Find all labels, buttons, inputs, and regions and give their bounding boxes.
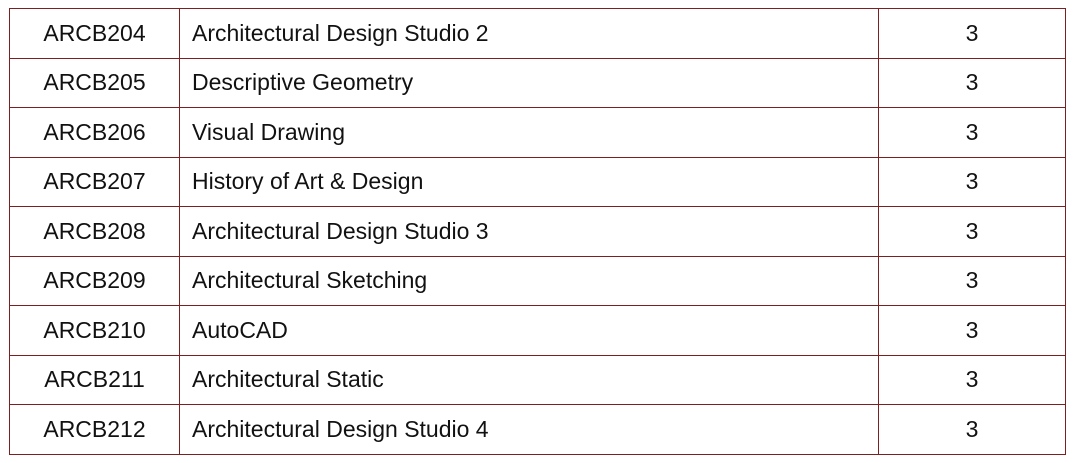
table-row: ARCB210 AutoCAD 3 [9,305,1066,356]
course-table: ARCB204 Architectural Design Studio 2 3 … [9,8,1066,455]
table-row: ARCB207 History of Art & Design 3 [9,156,1066,207]
course-credits-cell: 3 [878,354,1066,405]
course-code-cell: ARCB211 [9,354,180,405]
course-credits-cell: 3 [878,156,1066,207]
course-code-cell: ARCB209 [9,255,180,306]
course-code-cell: ARCB212 [9,404,180,455]
table-row: ARCB206 Visual Drawing 3 [9,107,1066,158]
course-name-cell: Architectural Sketching [179,255,879,306]
course-credits-cell: 3 [878,57,1066,108]
table-row: ARCB211 Architectural Static 3 [9,354,1066,405]
course-name-cell: Architectural Design Studio 4 [179,404,879,455]
course-credits-cell: 3 [878,8,1066,59]
course-credits-cell: 3 [878,255,1066,306]
course-name-cell: History of Art & Design [179,156,879,207]
course-credits-cell: 3 [878,107,1066,158]
table-row: ARCB209 Architectural Sketching 3 [9,255,1066,306]
course-credits-cell: 3 [878,206,1066,257]
table-row: ARCB204 Architectural Design Studio 2 3 [9,8,1066,59]
course-name-cell: Architectural Design Studio 3 [179,206,879,257]
course-credits-cell: 3 [878,305,1066,356]
course-code-cell: ARCB205 [9,57,180,108]
table-row: ARCB208 Architectural Design Studio 3 3 [9,206,1066,257]
course-code-cell: ARCB206 [9,107,180,158]
course-credits-cell: 3 [878,404,1066,455]
course-table-body: ARCB204 Architectural Design Studio 2 3 … [9,8,1066,455]
course-name-cell: Architectural Design Studio 2 [179,8,879,59]
table-row: ARCB212 Architectural Design Studio 4 3 [9,404,1066,455]
course-name-cell: AutoCAD [179,305,879,356]
course-name-cell: Descriptive Geometry [179,57,879,108]
course-name-cell: Visual Drawing [179,107,879,158]
course-code-cell: ARCB210 [9,305,180,356]
table-row: ARCB205 Descriptive Geometry 3 [9,57,1066,108]
course-code-cell: ARCB207 [9,156,180,207]
course-code-cell: ARCB204 [9,8,180,59]
course-code-cell: ARCB208 [9,206,180,257]
course-name-cell: Architectural Static [179,354,879,405]
